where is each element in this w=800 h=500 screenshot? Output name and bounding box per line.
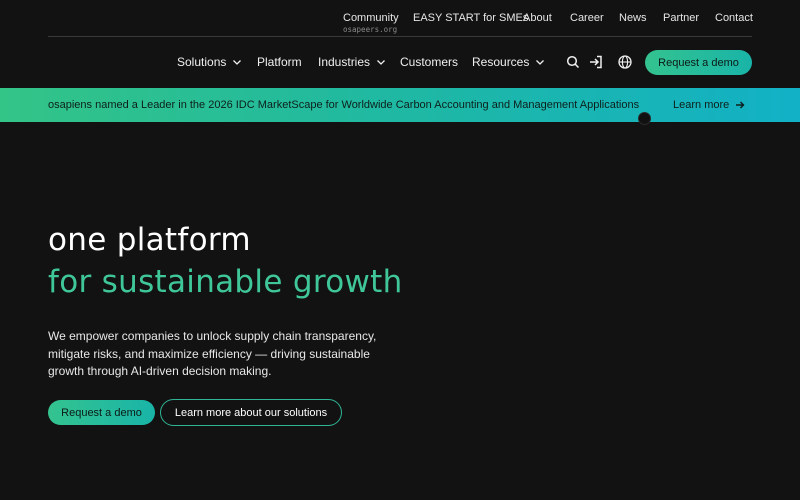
contact-link[interactable]: Contact [715,12,753,24]
nav-resources-label: Resources [472,55,530,69]
easy-start-link[interactable]: EASY START for SMEs [413,12,528,24]
arrow-right-icon [736,101,745,109]
banner-learn-more-link[interactable]: Learn more [673,99,745,111]
learn-more-solutions-button[interactable]: Learn more about our solutions [160,399,342,426]
community-link[interactable]: Community osapeers.org [343,12,399,34]
community-label: Community [343,12,399,24]
chevron-down-icon [536,60,545,65]
announcement-banner: osapiens named a Leader in the 2026 IDC … [0,88,800,122]
nav-customers[interactable]: Customers [400,55,458,69]
nav-solutions-label: Solutions [177,55,227,69]
banner-text: osapiens named a Leader in the 2026 IDC … [48,99,640,111]
news-link[interactable]: News [619,12,647,24]
hero-headline-accent: for sustainable growth [48,264,403,300]
community-sublabel: osapeers.org [343,25,398,34]
nav-resources[interactable]: Resources [472,55,545,69]
partner-link[interactable]: Partner [663,12,699,24]
cursor-dot [638,112,651,125]
hero-description: We empower companies to unlock supply ch… [48,329,377,378]
request-demo-button[interactable]: Request a demo [645,50,752,75]
login-icon[interactable] [588,54,604,70]
nav-industries-label: Industries [318,55,371,69]
hero-headline: one platform [48,222,251,258]
career-link[interactable]: Career [570,12,604,24]
globe-icon[interactable] [617,54,633,70]
chevron-down-icon [377,60,385,65]
chevron-down-icon [233,60,242,65]
nav-industries[interactable]: Industries [318,55,386,69]
hero-request-demo-button[interactable]: Request a demo [48,400,155,425]
nav-solutions[interactable]: Solutions [177,55,242,69]
search-icon[interactable] [565,54,581,70]
banner-link-label: Learn more [673,99,730,111]
nav-platform[interactable]: Platform [257,55,302,69]
about-link[interactable]: About [523,12,552,24]
